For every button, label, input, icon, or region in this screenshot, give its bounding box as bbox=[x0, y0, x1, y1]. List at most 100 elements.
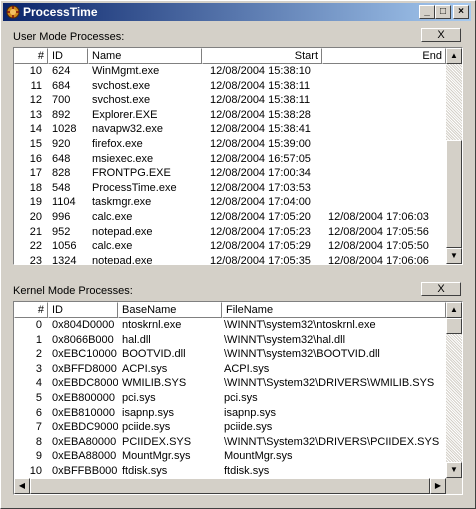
scroll-left-icon[interactable]: ◀ bbox=[14, 478, 30, 494]
scroll-right-icon[interactable]: ▶ bbox=[430, 478, 446, 494]
cell-start: 12/08/2004 15:38:28 bbox=[210, 108, 311, 121]
user-process-list[interactable]: # ID Name Start End 10 624 WinMgmt.exe 12/0… bbox=[13, 47, 463, 265]
kernel-vertical-scrollbar[interactable]: ▲ ▼ bbox=[446, 302, 462, 478]
cell-filename: \WINNT\System32\DRIVERS\WMILIB.SYS bbox=[224, 377, 435, 390]
cell-end: 12/08/2004 17:06:03 bbox=[328, 210, 429, 223]
scroll-down-icon[interactable]: ▼ bbox=[446, 248, 462, 264]
cell-number: 23 bbox=[29, 254, 42, 265]
clear-user-list-button[interactable]: X bbox=[421, 28, 461, 42]
cell-id: 648 bbox=[52, 152, 71, 165]
col-header-start[interactable]: Start bbox=[202, 48, 322, 64]
cell-id: 0xBFFD8000 bbox=[52, 362, 117, 375]
cell-id: 0xBFFBB000 bbox=[52, 464, 118, 477]
cell-basename: isapnp.sys bbox=[122, 406, 174, 419]
kernel-horizontal-scrollbar[interactable]: ◀ ▶ bbox=[14, 478, 446, 494]
cell-start: 12/08/2004 15:38:11 bbox=[210, 94, 311, 107]
cell-number: 4 bbox=[35, 377, 42, 390]
app-icon bbox=[6, 5, 20, 19]
scroll-thumb[interactable] bbox=[446, 318, 462, 334]
cell-number: 22 bbox=[29, 240, 42, 253]
cell-id: 0xEBA88000 bbox=[52, 450, 117, 463]
cell-filename: \WINNT\system32\BOOTVID.dll bbox=[224, 348, 380, 361]
cell-name: ProcessTime.exe bbox=[92, 181, 177, 194]
cell-number: 13 bbox=[29, 108, 42, 121]
col-header-filename[interactable]: FileName bbox=[222, 302, 446, 318]
cell-start: 12/08/2004 15:38:10 bbox=[210, 65, 311, 77]
cell-filename: pciide.sys bbox=[224, 421, 273, 434]
cell-name: msiexec.exe bbox=[92, 152, 154, 165]
scrollbar-corner bbox=[446, 478, 462, 494]
cell-number: 0 bbox=[35, 319, 42, 331]
horizontal-scroll-thumb[interactable] bbox=[30, 478, 430, 494]
scroll-thumb[interactable] bbox=[446, 140, 462, 248]
cell-id: 0xEBDC8000 bbox=[52, 377, 118, 390]
cell-basename: ftdisk.sys bbox=[122, 464, 168, 477]
cell-basename: MountMgr.sys bbox=[122, 450, 191, 463]
cell-filename: \WINNT\system32\hal.dll bbox=[224, 333, 346, 346]
scroll-down-icon[interactable]: ▼ bbox=[446, 462, 462, 478]
cell-id: 1104 bbox=[52, 196, 76, 209]
close-button[interactable]: × bbox=[453, 5, 469, 19]
maximize-button[interactable]: □ bbox=[435, 5, 451, 19]
cell-number: 9 bbox=[35, 450, 42, 463]
title-bar[interactable]: ProcessTime _ □ × bbox=[3, 3, 471, 21]
cell-number: 8 bbox=[35, 435, 42, 448]
cell-number: 12 bbox=[29, 94, 42, 107]
cell-name: notepad.exe bbox=[92, 225, 153, 238]
cell-basename: ntoskrnl.exe bbox=[122, 319, 182, 331]
cell-name: WinMgmt.exe bbox=[92, 65, 160, 77]
cell-id: 0xEB810000 bbox=[52, 406, 115, 419]
minimize-button[interactable]: _ bbox=[419, 5, 435, 19]
scroll-up-icon[interactable]: ▲ bbox=[446, 302, 462, 318]
cell-id: 952 bbox=[52, 225, 71, 238]
cell-start: 12/08/2004 17:05:29 bbox=[210, 240, 311, 253]
cell-name: svchost.exe bbox=[92, 94, 151, 107]
cell-start: 12/08/2004 17:05:23 bbox=[210, 225, 311, 238]
col-header-basename[interactable]: BaseName bbox=[118, 302, 222, 318]
user-mode-label: User Mode Processes: bbox=[13, 31, 125, 43]
user-vertical-scrollbar[interactable]: ▲ ▼ bbox=[446, 48, 462, 264]
cell-name: taskmgr.exe bbox=[92, 196, 152, 209]
cell-start: 12/08/2004 17:04:00 bbox=[210, 196, 311, 209]
cell-id: 624 bbox=[52, 65, 71, 77]
cell-name: firefox.exe bbox=[92, 137, 143, 150]
cell-end: 12/08/2004 17:05:50 bbox=[328, 240, 429, 253]
cell-name: calc.exe bbox=[92, 240, 133, 253]
cell-number: 3 bbox=[35, 362, 42, 375]
clear-kernel-list-button[interactable]: X bbox=[421, 282, 461, 296]
cell-number: 11 bbox=[30, 79, 42, 92]
cell-filename: isapnp.sys bbox=[224, 406, 276, 419]
cell-id: 892 bbox=[52, 108, 71, 121]
col-header-end[interactable]: End bbox=[322, 48, 446, 64]
cell-filename: MountMgr.sys bbox=[224, 450, 293, 463]
cell-id: 0x8066B000 bbox=[52, 333, 114, 346]
cell-id: 1324 bbox=[52, 254, 77, 265]
cell-number: 21 bbox=[29, 225, 42, 238]
col-header-number[interactable]: # bbox=[14, 302, 48, 318]
cell-name: navapw32.exe bbox=[92, 123, 163, 136]
cell-filename: pci.sys bbox=[224, 391, 258, 404]
cell-name: notepad.exe bbox=[92, 254, 153, 265]
kernel-process-list[interactable]: # ID BaseName FileName 0 0x804D0000 ntoskr… bbox=[13, 301, 463, 495]
cell-id: 0xEBA80000 bbox=[52, 435, 117, 448]
scroll-up-icon[interactable]: ▲ bbox=[446, 48, 462, 64]
cell-start: 12/08/2004 15:38:11 bbox=[210, 79, 311, 92]
cell-basename: ACPI.sys bbox=[122, 362, 168, 375]
cell-filename: \WINNT\System32\DRIVERS\PCIIDEX.SYS bbox=[224, 435, 440, 448]
cell-number: 20 bbox=[29, 210, 42, 223]
cell-start: 12/08/2004 15:39:00 bbox=[210, 137, 311, 150]
cell-number: 14 bbox=[29, 123, 42, 136]
cell-number: 2 bbox=[35, 348, 42, 361]
cell-basename: PCIIDEX.SYS bbox=[122, 435, 192, 448]
col-header-name[interactable]: Name bbox=[88, 48, 202, 64]
col-header-id[interactable]: ID bbox=[48, 302, 118, 318]
window-title: ProcessTime bbox=[23, 5, 98, 19]
cell-basename: pci.sys bbox=[122, 391, 156, 404]
cell-number: 19 bbox=[29, 196, 42, 209]
col-header-id[interactable]: ID bbox=[48, 48, 88, 64]
cell-id: 0xEB800000 bbox=[52, 391, 115, 404]
cell-name: Explorer.EXE bbox=[92, 108, 158, 121]
col-header-number[interactable]: # bbox=[14, 48, 48, 64]
main-window: ProcessTime _ □ × User Mode Processes: X… bbox=[0, 0, 476, 509]
cell-basename: BOOTVID.dll bbox=[122, 348, 186, 361]
